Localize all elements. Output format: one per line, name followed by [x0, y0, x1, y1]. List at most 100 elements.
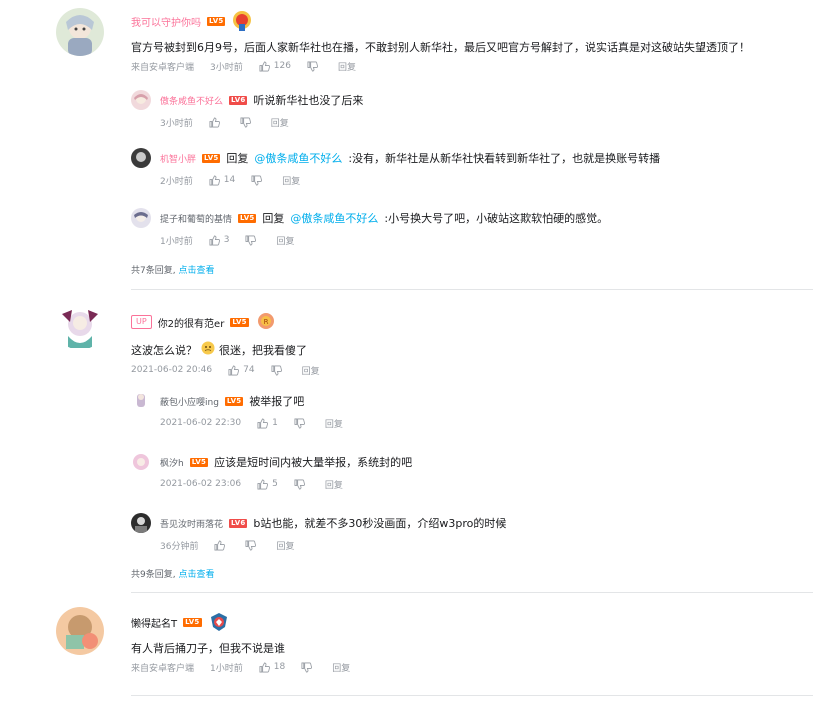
dislike-button[interactable]: [251, 175, 266, 186]
like-button[interactable]: [209, 117, 224, 128]
thumb-down-icon: [294, 479, 305, 490]
like-button[interactable]: 126: [259, 61, 291, 72]
reply-button[interactable]: 回复: [271, 116, 289, 129]
thumb-up-icon: [259, 662, 270, 673]
thumb-up-icon: [209, 235, 220, 246]
timestamp: 36分钟前: [160, 541, 199, 552]
username[interactable]: 枫汐h: [160, 456, 184, 469]
level-badge: LV5: [183, 617, 202, 627]
dislike-button[interactable]: [301, 662, 316, 673]
username[interactable]: 我可以守护你吗: [131, 14, 201, 29]
comment-thread: 我可以守护你吗 LV5 官方号被封到6月9号，后面人家新华社也在播，不敢封别人新…: [0, 0, 821, 290]
level-badge: LV5: [230, 317, 249, 327]
reply-count: 共7条回复,: [131, 266, 176, 276]
thumb-up-icon: [209, 117, 220, 128]
reply-meta: 2021-06-02 22:30 1 回复: [160, 415, 359, 431]
reply-button[interactable]: 回复: [302, 364, 320, 377]
username[interactable]: 你2的很有范er: [158, 315, 225, 330]
dislike-button[interactable]: [245, 235, 260, 246]
comment-text: 官方号被封到6月9号，后面人家新华社也在播，不敢封别人新华社，最后又吧官方号解封…: [131, 41, 750, 54]
view-more-replies: 共9条回复, 点击查看: [131, 567, 214, 580]
avatar[interactable]: [131, 513, 151, 533]
thumb-down-icon: [245, 235, 257, 246]
svg-text:R: R: [263, 318, 268, 326]
thumb-down-icon: [271, 365, 282, 376]
comment-header: 懒得起名T LV5: [131, 611, 813, 633]
reply-button[interactable]: 回复: [325, 417, 343, 430]
like-button[interactable]: 5: [257, 479, 278, 490]
comment-thread: 懒得起名T LV5 有人背后捅刀子，但我不说是谁 来自安卓客户端 1小时前 18…: [0, 593, 821, 703]
username[interactable]: 提子和葡萄的基情: [160, 212, 232, 225]
level-badge: LV5: [189, 457, 209, 467]
like-count: 126: [273, 61, 291, 71]
reply-button[interactable]: 回复: [276, 539, 294, 552]
username[interactable]: 机智小胖: [160, 152, 196, 165]
comment-meta: 来自安卓客户端 3小时前 126 回复: [131, 58, 813, 74]
like-button[interactable]: 1: [257, 418, 278, 429]
view-more-link[interactable]: 点击查看: [178, 570, 214, 580]
reply-button[interactable]: 回复: [282, 174, 300, 187]
comment-text: 这波怎么说？ 很迷，把我看傻了: [131, 341, 813, 360]
emoji-icon: [201, 341, 215, 360]
level-badge: LV6: [229, 518, 248, 528]
dislike-button[interactable]: [294, 418, 309, 429]
avatar[interactable]: [131, 391, 151, 411]
like-count: 5: [272, 479, 278, 489]
thumb-up-icon: [209, 175, 220, 186]
reply-button[interactable]: 回复: [332, 661, 350, 674]
reply-meta: 3小时前 回复: [160, 114, 305, 130]
dislike-button[interactable]: [240, 117, 255, 128]
like-button[interactable]: 18: [259, 662, 285, 673]
like-button[interactable]: [214, 540, 229, 551]
up-tag: UP: [131, 315, 152, 329]
level-badge: LV5: [207, 16, 226, 26]
avatar[interactable]: [56, 607, 104, 655]
medal-icon: [231, 10, 253, 32]
comment-header: UP 你2的很有范er LV5 R: [131, 311, 813, 333]
avatar[interactable]: [56, 302, 104, 350]
view-more-replies: 共7条回复, 点击查看: [131, 263, 214, 276]
view-more-link[interactable]: 点击查看: [178, 266, 214, 276]
thumb-down-icon: [301, 662, 313, 673]
thumb-up-icon: [228, 365, 240, 376]
thumb-down-icon: [294, 418, 305, 429]
like-count: 18: [273, 662, 286, 672]
username[interactable]: 傲条咸鱼不好么: [160, 94, 223, 107]
source: 来自安卓客户端: [131, 62, 195, 73]
avatar[interactable]: [131, 148, 151, 168]
like-button[interactable]: 14: [209, 175, 235, 186]
avatar[interactable]: [131, 452, 151, 472]
thumb-up-icon: [257, 479, 269, 490]
reply-prefix: 回复: [226, 152, 249, 165]
username[interactable]: 懒得起名T: [131, 615, 177, 630]
username[interactable]: 吾见汝时雨落花: [160, 517, 223, 530]
dislike-button[interactable]: [307, 61, 322, 72]
thumb-down-icon: [251, 175, 263, 186]
reply-button[interactable]: 回复: [276, 234, 294, 247]
avatar[interactable]: [131, 90, 151, 110]
dislike-button[interactable]: [294, 479, 309, 490]
like-button[interactable]: 74: [228, 365, 255, 376]
timestamp: 2小时前: [160, 176, 193, 187]
mention-link[interactable]: @傲条咸鱼不好么: [254, 150, 342, 166]
reply-button[interactable]: 回复: [338, 60, 356, 73]
level-badge: LV5: [224, 396, 244, 406]
reply-text: b站也能，就差不多30秒没画面，介绍w3pro的时候: [253, 517, 507, 530]
avatar[interactable]: [131, 208, 151, 228]
reply-button[interactable]: 回复: [325, 478, 343, 491]
avatar[interactable]: [56, 8, 104, 56]
like-button[interactable]: 3: [209, 235, 230, 246]
mention-link[interactable]: @傲条咸鱼不好么: [290, 210, 378, 226]
like-count: 3: [223, 235, 230, 245]
reply-meta: 2021-06-02 23:06 5 回复: [160, 476, 359, 492]
level-badge: LV6: [229, 95, 248, 105]
reply-text: :小号换大号了吧，小破站这欺软怕硬的感觉。: [384, 212, 609, 225]
comment-meta: 来自安卓客户端 1小时前 18 回复: [131, 659, 813, 675]
comment-text: 有人背后捅刀子，但我不说是谁: [131, 642, 285, 655]
like-count: 1: [272, 418, 278, 428]
reply-prefix: 回复: [262, 212, 285, 225]
comment-section: 我可以守护你吗 LV5 官方号被封到6月9号，后面人家新华社也在播，不敢封别人新…: [0, 0, 821, 712]
dislike-button[interactable]: [245, 540, 260, 551]
dislike-button[interactable]: [271, 365, 286, 376]
username[interactable]: 蔽包小应嘤ing: [160, 395, 219, 408]
